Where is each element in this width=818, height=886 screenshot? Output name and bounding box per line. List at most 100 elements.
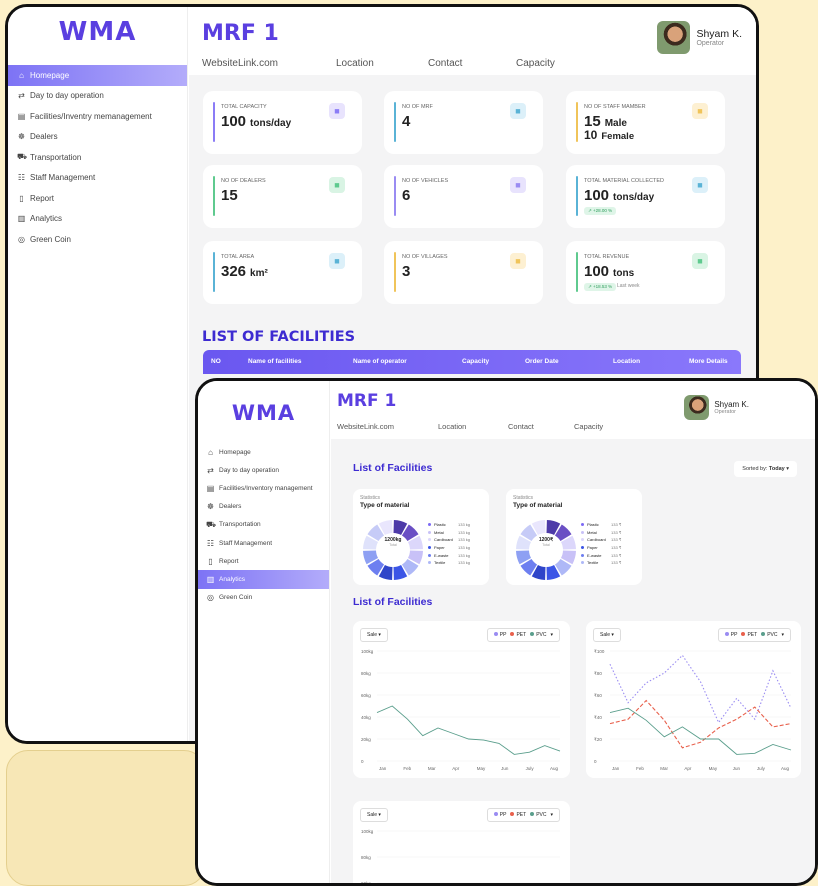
- sort-dropdown[interactable]: Sorted by: Today ▾: [734, 461, 797, 477]
- column-header[interactable]: Order Date: [525, 358, 559, 365]
- staff-icon: ☷: [206, 538, 215, 548]
- column-header[interactable]: Location: [613, 358, 640, 365]
- legend-item: PET: [510, 632, 526, 638]
- sidebar-item-label: Dealers: [219, 503, 242, 511]
- sidebar-item-report[interactable]: ▯ Report: [8, 188, 187, 209]
- column-header[interactable]: More Details: [689, 358, 728, 365]
- avatar[interactable]: [684, 395, 710, 420]
- dealers-icon: ☸: [17, 132, 26, 142]
- sidebar-item-analytics[interactable]: ▥ Analytics: [8, 209, 187, 230]
- stat-value: 4: [402, 113, 410, 130]
- column-header[interactable]: Capacity: [462, 358, 489, 365]
- legend-label: PVC: [767, 632, 778, 638]
- card-caption: Statistics: [513, 495, 534, 501]
- x-tick-label: Mar: [428, 766, 436, 771]
- series-legend[interactable]: PP PET PVC ▾: [486, 808, 560, 822]
- stat-label: TOTAL AREA: [221, 254, 255, 260]
- website-link[interactable]: WebsiteLink.com: [202, 58, 336, 69]
- capacity-link[interactable]: Capacity: [516, 58, 555, 69]
- stat-number: 3: [402, 263, 411, 280]
- column-header[interactable]: NO: [211, 358, 221, 365]
- stat-value: 3: [402, 263, 410, 280]
- sidebar-item-building[interactable]: ▤ Facilities/Inventory management: [198, 479, 329, 497]
- y-tick-label: 0: [594, 759, 597, 764]
- stat-card: NO OF MRF 4 ■: [384, 91, 543, 154]
- stat-number: 100: [584, 263, 610, 280]
- sidebar-item-transfer[interactable]: ⇄ Day to day operation: [8, 86, 187, 107]
- stat-value: 15: [221, 187, 238, 204]
- stat-number-2: 10: [584, 128, 598, 142]
- facilities-heading: LIST OF FACILITIES: [202, 329, 356, 345]
- contact-link[interactable]: Contact: [508, 422, 574, 431]
- legend-item: PP: [724, 632, 737, 638]
- legend-value: 133 kg: [458, 560, 471, 566]
- legend-dot: [761, 632, 766, 636]
- legend-label: PET: [747, 632, 758, 638]
- contact-link[interactable]: Contact: [428, 58, 516, 69]
- home-icon: ⌂: [19, 70, 24, 80]
- legend-value: 133 ₹: [611, 537, 622, 543]
- series-line-pvc: [376, 705, 561, 755]
- column-header[interactable]: Name of facilities: [248, 358, 301, 365]
- user-profile[interactable]: Shyam K. Operator: [657, 21, 742, 54]
- sidebar-nav: ⌂ Homepage ⇄ Day to day operation ▤ Facilitie…: [8, 65, 187, 250]
- sidebar-item-staff[interactable]: ☷ Staff Management: [198, 534, 329, 552]
- sidebar-item-home[interactable]: ⌂ Homepage: [8, 65, 187, 86]
- series-legend[interactable]: PP PET PVC ▾: [486, 628, 560, 642]
- section-heading: List of Facilities: [353, 462, 433, 474]
- header: MRF 1 WebsiteLink.com Location Contact C…: [189, 7, 756, 75]
- legend-dot: [530, 812, 535, 816]
- sidebar-item-truck[interactable]: ⛟ Transportation: [198, 516, 329, 534]
- x-tick-label: July: [757, 766, 766, 771]
- village-icon: ■: [510, 253, 526, 269]
- stat-label: NO OF VILLAGES: [402, 254, 448, 260]
- sidebar-item-dealers[interactable]: ☸ Dealers: [198, 498, 329, 516]
- column-header[interactable]: Name of operator: [353, 358, 407, 365]
- chevron-down-icon: ▾: [377, 632, 381, 638]
- series-legend[interactable]: PP PET PVC ▾: [717, 628, 791, 642]
- sidebar-item-label: Analytics: [30, 214, 63, 224]
- sidebar-item-coin[interactable]: ◎ Green Coin: [198, 589, 329, 607]
- location-link[interactable]: Location: [336, 58, 428, 69]
- user-profile[interactable]: Shyam K. Operator: [684, 395, 749, 420]
- legend-value: 133 ₹: [611, 552, 622, 558]
- sidebar-item-label: Transportation: [30, 152, 82, 162]
- sidebar-item-home[interactable]: ⌂ Homepage: [198, 443, 329, 461]
- legend-item: Metal 133 kg: [428, 529, 470, 537]
- legend-dot: [581, 523, 584, 527]
- sidebar-item-building[interactable]: ▤ Facilities/Inventry memanagement: [8, 106, 187, 127]
- avatar[interactable]: [657, 21, 691, 54]
- sidebar-item-staff[interactable]: ☷ Staff Management: [8, 168, 187, 189]
- legend-item: PET: [510, 812, 526, 818]
- y-tick-label: 20kg: [361, 737, 371, 742]
- donut-card: Statistics Type of material 1200kg Total Pla…: [353, 489, 489, 585]
- donut-legend: Plastic 133 ₹ Metal 133 ₹ Cardboard 133 ₹ Pape…: [581, 521, 621, 567]
- card-caption: Statistics: [360, 495, 381, 501]
- legend-value: 133 kg: [458, 522, 471, 528]
- legend-value: 133 kg: [458, 545, 471, 551]
- website-link[interactable]: WebsiteLink.com: [337, 422, 438, 431]
- x-tick-label: May: [709, 766, 718, 771]
- legend-name: Plastic: [587, 522, 599, 528]
- location-link[interactable]: Location: [438, 422, 508, 431]
- sidebar-item-report[interactable]: ▯ Report: [198, 552, 329, 570]
- sidebar-item-coin[interactable]: ◎ Green Coin: [8, 229, 187, 250]
- dealers-icon: ☸: [206, 502, 215, 512]
- sidebar-item-analytics[interactable]: ▥ Analytics: [198, 570, 329, 589]
- sidebar-item-truck[interactable]: ⛟ Transportation: [8, 147, 187, 168]
- y-tick-label: 80kg: [361, 855, 371, 860]
- legend-value: 133 kg: [458, 529, 471, 535]
- period-dropdown[interactable]: Sale ▾: [360, 808, 388, 822]
- period-dropdown[interactable]: Sale ▾: [593, 628, 621, 642]
- building-icon: ▤: [17, 111, 26, 121]
- analytics-icon: ▥: [206, 574, 215, 584]
- sidebar-item-transfer[interactable]: ⇄ Day to day operation: [198, 461, 329, 479]
- legend-value: 133 ₹: [611, 522, 622, 528]
- legend-name: Cardboard: [587, 537, 606, 543]
- legend-dot: [581, 553, 584, 557]
- sidebar-item-dealers[interactable]: ☸ Dealers: [8, 127, 187, 148]
- period-dropdown[interactable]: Sale ▾: [360, 628, 388, 642]
- capacity-link[interactable]: Capacity: [574, 422, 603, 431]
- legend-name: Paper: [587, 545, 598, 551]
- x-tick-label: Jan: [612, 766, 620, 771]
